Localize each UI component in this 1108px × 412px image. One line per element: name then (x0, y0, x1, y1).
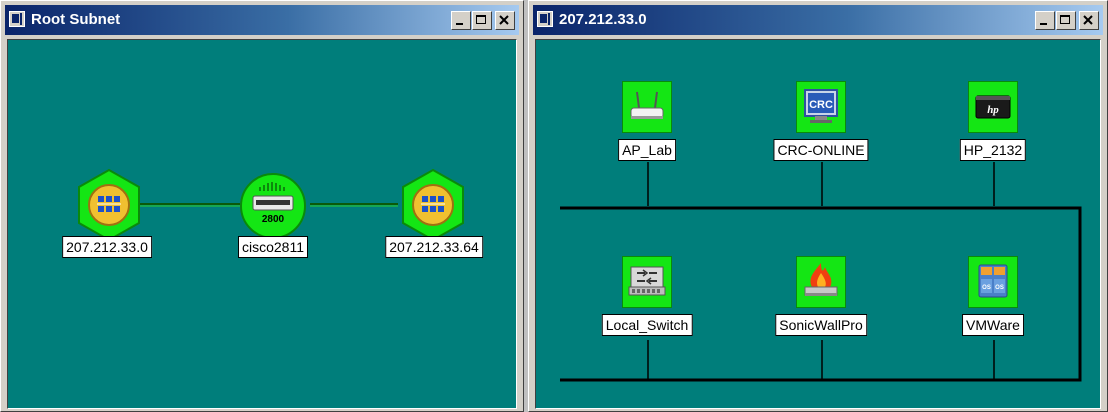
vmware-badge: OS (995, 285, 1004, 291)
node-label: Local_Switch (601, 314, 693, 336)
title-bar[interactable]: 207.212.33.0 (533, 5, 1103, 35)
hp-badge: hp (987, 104, 999, 116)
node-label: cisco2811 (237, 236, 309, 258)
router-badge: 2800 (262, 214, 285, 225)
vmware-icon: OS OS (978, 264, 1008, 298)
root-subnet-window: Root Subnet 207.212.33.0 2800 cisco2811 … (0, 0, 524, 412)
node-label: VMWare (962, 314, 1024, 336)
map-canvas[interactable]: AP_Lab CRC CRC-ONLINE hp HP_2132 Local_S… (535, 39, 1101, 409)
vmware-badge: OS (982, 285, 991, 291)
device-node[interactable]: CRC (796, 81, 846, 133)
device-node[interactable]: hp (968, 81, 1018, 133)
minimize-button[interactable] (1035, 11, 1055, 30)
window-icon[interactable] (9, 11, 25, 27)
device-node[interactable]: OS OS (968, 256, 1018, 308)
device-node[interactable] (622, 256, 672, 308)
title-bar[interactable]: Root Subnet (5, 5, 519, 35)
close-button[interactable] (1079, 11, 1099, 30)
device-node[interactable] (622, 81, 672, 133)
subnet-icon[interactable] (396, 168, 470, 242)
node-label: AP_Lab (618, 139, 676, 161)
switch-icon (628, 266, 666, 296)
crc-badge: CRC (809, 99, 833, 111)
crc-monitor-icon: CRC (804, 89, 838, 123)
minimize-button[interactable] (451, 11, 471, 30)
window-icon[interactable] (537, 11, 553, 27)
subnet-window: 207.212.33.0 AP_Lab CRC CRC-ONLINE hp HP… (528, 0, 1108, 412)
subnet-icon[interactable] (72, 168, 146, 242)
node-label: 207.212.33.64 (385, 236, 483, 258)
node-label: 207.212.33.0 (62, 236, 152, 258)
hp-device-icon: hp (975, 95, 1011, 119)
window-title: 207.212.33.0 (559, 11, 647, 28)
maximize-button[interactable] (1056, 11, 1076, 30)
firewall-icon (804, 263, 838, 296)
close-button[interactable] (495, 11, 515, 30)
map-canvas[interactable]: 207.212.33.0 2800 cisco2811 207.212.33.6… (7, 39, 517, 409)
router-icon[interactable]: 2800 (236, 169, 310, 243)
device-node[interactable] (796, 256, 846, 308)
wireless-ap-icon (630, 91, 664, 119)
node-label: SonicWallPro (775, 314, 867, 336)
node-label: CRC-ONLINE (773, 139, 869, 161)
node-label: HP_2132 (959, 139, 1027, 161)
maximize-button[interactable] (472, 11, 492, 30)
window-title: Root Subnet (31, 11, 121, 28)
